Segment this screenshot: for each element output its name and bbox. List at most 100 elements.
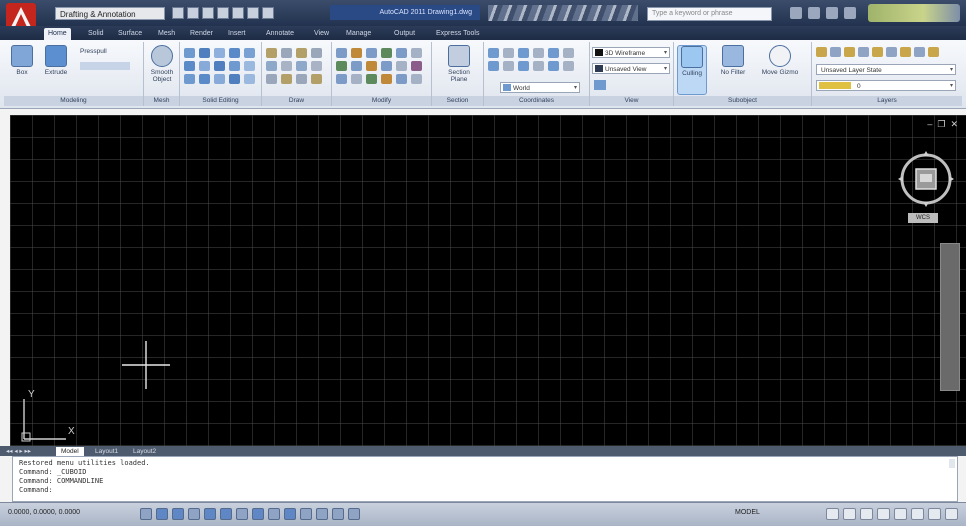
tab-view[interactable]: View (310, 28, 333, 40)
visual-style-dropdown[interactable]: 3D Wireframe ▾ (592, 47, 670, 58)
3d-align-icon[interactable] (381, 74, 392, 84)
open-icon[interactable] (187, 7, 199, 19)
drawing-canvas[interactable]: – ❐ ✕ WCS Y X (10, 115, 966, 446)
offset-icon[interactable] (351, 61, 362, 71)
imprint-icon[interactable] (199, 61, 210, 71)
ucs-x-icon[interactable] (533, 61, 544, 71)
minimize-icon[interactable]: – (927, 119, 932, 130)
3d-rotate-icon[interactable] (366, 74, 377, 84)
section-plane-button[interactable]: Section Plane (444, 45, 474, 83)
tab-render[interactable]: Render (186, 28, 217, 40)
quick-view-layouts-icon[interactable] (826, 508, 839, 520)
window-controls[interactable] (868, 4, 960, 22)
rectangle-icon[interactable] (281, 61, 292, 71)
rotate-icon[interactable] (351, 48, 362, 58)
chamfer-edge-icon[interactable] (199, 74, 210, 84)
tab-mesh[interactable]: Mesh (154, 28, 179, 40)
ucs-view-icon[interactable] (563, 48, 574, 58)
workspace-dropdown[interactable]: Drafting & Annotation (55, 7, 165, 20)
3d-mirror-icon[interactable] (411, 74, 422, 84)
transparency-icon[interactable] (316, 508, 328, 520)
taper-faces-icon[interactable] (214, 74, 225, 84)
copy-icon[interactable] (366, 48, 377, 58)
wcs-menu[interactable]: WCS (908, 213, 938, 223)
tab-surface[interactable]: Surface (114, 28, 146, 40)
workspace-switching-icon[interactable] (911, 508, 924, 520)
panel-footer-layers[interactable]: Layers (812, 96, 962, 106)
subscription-icon[interactable] (808, 7, 820, 19)
circle-icon[interactable] (311, 48, 322, 58)
offset-faces-icon[interactable] (229, 74, 240, 84)
selection-cycling-icon[interactable] (348, 508, 360, 520)
panel-footer-modify[interactable]: Modify (332, 96, 431, 106)
polar-tracking-icon[interactable] (204, 508, 216, 520)
intersect-icon[interactable] (214, 48, 225, 58)
lineweight-icon[interactable] (300, 508, 312, 520)
ucs-world-icon[interactable] (503, 48, 514, 58)
lock-icon[interactable] (928, 508, 941, 520)
coordinates-readout[interactable]: 0.0000, 0.0000, 0.0000 (8, 509, 80, 516)
ucs-y-icon[interactable] (548, 61, 559, 71)
model-space-label[interactable]: MODEL (735, 509, 760, 516)
ortho-mode-icon[interactable] (188, 508, 200, 520)
shell-icon[interactable] (229, 61, 240, 71)
layer-walk-icon[interactable] (928, 47, 939, 57)
layer-freeze-icon[interactable] (872, 47, 883, 57)
dynamic-input-icon[interactable] (284, 508, 296, 520)
zoom-icon[interactable] (877, 508, 890, 520)
scale-icon[interactable] (411, 48, 422, 58)
ucs-3point-icon[interactable] (518, 61, 529, 71)
ellipse-icon[interactable] (311, 61, 322, 71)
help-icon[interactable] (844, 7, 856, 19)
subtract-icon[interactable] (199, 48, 210, 58)
presspull-row[interactable] (80, 62, 130, 70)
extrude-button[interactable]: Extrude (42, 45, 70, 76)
erase-icon[interactable] (411, 61, 422, 71)
quick-properties-icon[interactable] (332, 508, 344, 520)
no-filter-button[interactable]: No Filter (716, 45, 750, 76)
navigation-bar[interactable] (940, 243, 960, 391)
infer-constraints-icon[interactable] (140, 508, 152, 520)
move-icon[interactable] (336, 48, 347, 58)
command-prompt[interactable]: Command: (19, 486, 951, 495)
panel-footer-view[interactable]: View (590, 96, 673, 106)
panel-footer-section[interactable]: Section (432, 96, 483, 106)
ucs-previous-icon[interactable] (518, 48, 529, 58)
save-as-icon[interactable] (217, 7, 229, 19)
tab-layout2[interactable]: Layout2 (128, 447, 161, 456)
hatch-icon[interactable] (266, 74, 277, 84)
quick-view-drawings-icon[interactable] (843, 508, 856, 520)
layer-match-icon[interactable] (900, 47, 911, 57)
viewport-icon[interactable] (594, 80, 606, 90)
tab-layout1[interactable]: Layout1 (90, 447, 123, 456)
tab-model[interactable]: Model (56, 447, 84, 456)
polyline-icon[interactable] (281, 48, 292, 58)
dynamic-ucs-icon[interactable] (268, 508, 280, 520)
ucs-face-icon[interactable] (533, 48, 544, 58)
panel-footer-solid-editing[interactable]: Solid Editing (180, 96, 261, 106)
current-layer-dropdown[interactable]: 0 ▾ (816, 80, 956, 91)
check-icon[interactable] (244, 61, 255, 71)
panel-footer-mesh[interactable]: Mesh (144, 96, 179, 106)
thicken-icon[interactable] (244, 48, 255, 58)
ucs-icon[interactable] (488, 48, 499, 58)
command-line[interactable]: Restored menu utilities loaded. Command:… (12, 456, 958, 502)
ucs-zaxis-icon[interactable] (503, 61, 514, 71)
clean-screen-icon[interactable] (945, 508, 958, 520)
pan-icon[interactable] (860, 508, 873, 520)
separate-icon[interactable] (214, 61, 225, 71)
ucs-object-icon[interactable] (548, 48, 559, 58)
ucs-z-icon[interactable] (563, 61, 574, 71)
layer-isolate-icon[interactable] (830, 47, 841, 57)
plot-icon[interactable] (232, 7, 244, 19)
fillet-icon[interactable] (381, 61, 392, 71)
annotation-scale-icon[interactable] (894, 508, 907, 520)
layer-state-dropdown[interactable]: Unsaved Layer State ▾ (816, 64, 956, 75)
layer-off-icon[interactable] (858, 47, 869, 57)
redo-icon[interactable] (262, 7, 274, 19)
presspull-button[interactable]: Presspull (80, 48, 107, 55)
object-snap-icon[interactable] (220, 508, 232, 520)
align-icon[interactable] (336, 74, 347, 84)
restore-icon[interactable]: ❐ (937, 119, 945, 130)
polygon-icon[interactable] (266, 61, 277, 71)
